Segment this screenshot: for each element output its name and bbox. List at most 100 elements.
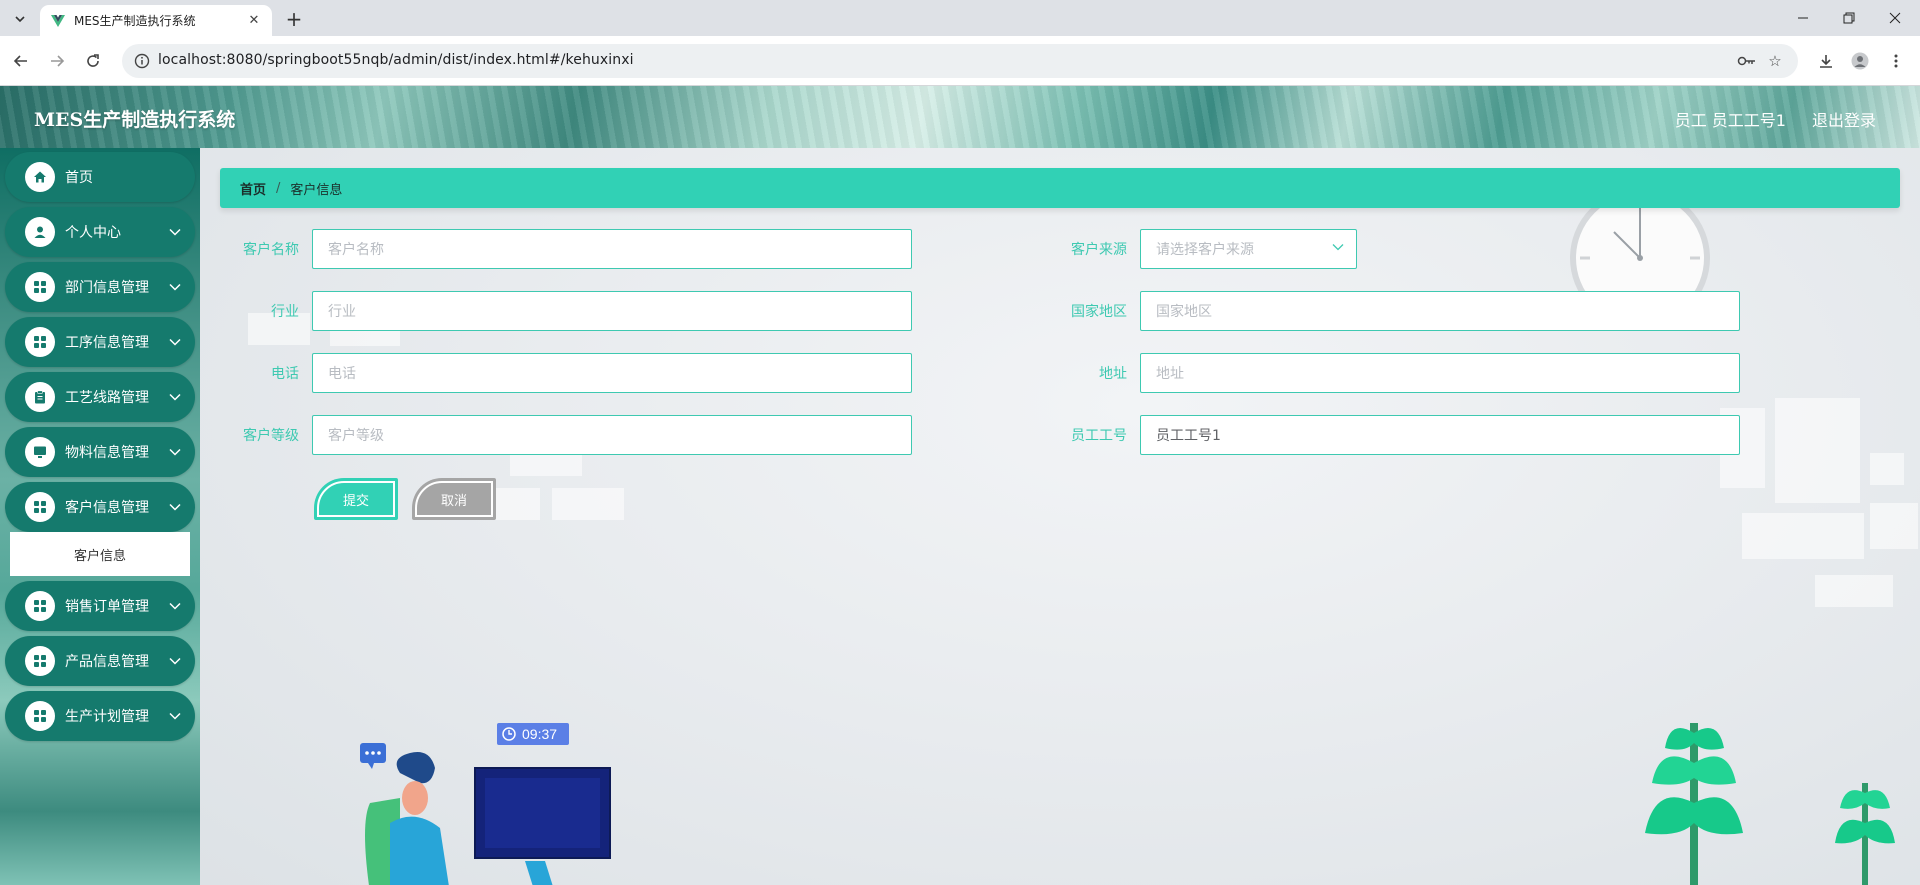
grid-icon xyxy=(25,591,55,621)
app-title: MES生产制造执行系统 xyxy=(34,109,236,131)
sidebar-item-route[interactable]: 工艺线路管理 xyxy=(5,372,195,422)
sidebar-item-process[interactable]: 工序信息管理 xyxy=(5,317,195,367)
restore-icon xyxy=(1843,12,1855,24)
grid-icon xyxy=(25,272,55,302)
forward-button[interactable] xyxy=(44,48,70,74)
arrow-right-icon xyxy=(51,55,65,67)
customer-level-label: 客户等级 xyxy=(243,428,299,444)
sidebar-item-label: 首页 xyxy=(65,170,93,186)
industry-input[interactable]: 行业 xyxy=(312,291,912,331)
restore-button[interactable] xyxy=(1826,0,1872,36)
background-decoration xyxy=(490,488,540,520)
breadcrumb-current: 客户信息 xyxy=(290,182,343,198)
background-decoration xyxy=(1815,575,1893,607)
sidebar-item-department[interactable]: 部门信息管理 xyxy=(5,262,195,312)
logout-link[interactable]: 退出登录 xyxy=(1812,107,1876,131)
minimize-button[interactable] xyxy=(1780,0,1826,36)
arrow-left-icon xyxy=(13,55,27,67)
address-label: 地址 xyxy=(1099,366,1127,382)
sidebar-item-label: 客户信息管理 xyxy=(65,500,149,516)
chevron-down-icon xyxy=(169,338,183,346)
reload-button[interactable] xyxy=(80,48,106,74)
chevron-down-icon xyxy=(1332,244,1344,251)
sidebar-item-label: 物料信息管理 xyxy=(65,445,149,461)
grid-icon xyxy=(25,646,55,676)
sidebar-item-label: 生产计划管理 xyxy=(65,709,149,725)
region-input[interactable]: 国家地区 xyxy=(1140,291,1740,331)
breadcrumb: 首页 / 客户信息 xyxy=(220,168,1900,208)
office-worker-illustration: 09:37 xyxy=(360,723,611,885)
sidebar-item-material[interactable]: 物料信息管理 xyxy=(5,427,195,477)
address-bar[interactable]: localhost:8080/springboot55nqb/admin/dis… xyxy=(122,44,1798,78)
chevron-down-icon xyxy=(169,712,183,720)
employee-id-label: 员工工号 xyxy=(1071,428,1127,444)
grid-icon xyxy=(25,492,55,522)
employee-id-input[interactable]: 员工工号1 xyxy=(1140,415,1740,455)
current-user: 员工 员工工号1 xyxy=(1674,111,1786,130)
sidebar-subitem-customer-info[interactable]: 客户信息 xyxy=(10,532,190,576)
address-input[interactable]: 地址 xyxy=(1140,353,1740,393)
close-icon xyxy=(1889,12,1901,24)
sidebar-item-home[interactable]: 首页 xyxy=(5,152,195,202)
sidebar-item-sales-order[interactable]: 销售订单管理 xyxy=(5,581,195,631)
close-window-button[interactable] xyxy=(1872,0,1918,36)
region-label: 国家地区 xyxy=(1071,304,1127,320)
phone-label: 电话 xyxy=(271,366,299,382)
browser-menu-icon[interactable] xyxy=(1883,48,1909,74)
customer-source-label: 客户来源 xyxy=(1071,242,1127,258)
bookmark-star-icon[interactable]: ☆ xyxy=(1764,51,1786,71)
chevron-down-icon xyxy=(169,283,183,291)
illustration-clock-time: 09:37 xyxy=(522,726,557,742)
sidebar-item-label: 产品信息管理 xyxy=(65,654,149,670)
chevron-down-icon xyxy=(169,602,183,610)
browser-toolbar: localhost:8080/springboot55nqb/admin/dis… xyxy=(0,36,1920,86)
tab-search-button[interactable] xyxy=(6,6,34,32)
customer-source-placeholder: 请选择客户来源 xyxy=(1156,242,1254,258)
info-icon[interactable] xyxy=(134,53,150,69)
home-icon xyxy=(25,162,55,192)
user-icon xyxy=(25,217,55,247)
password-key-icon[interactable] xyxy=(1736,51,1758,71)
customer-name-input[interactable]: 客户名称 xyxy=(312,229,912,269)
sidebar-item-customer[interactable]: 客户信息管理 xyxy=(5,482,195,532)
chevron-down-icon xyxy=(169,657,183,665)
vue-logo-icon xyxy=(51,14,65,27)
plant-illustration xyxy=(1645,723,1895,885)
customer-level-input[interactable]: 客户等级 xyxy=(312,415,912,455)
grid-icon xyxy=(25,327,55,357)
tab-title: MES生产制造执行系统 xyxy=(74,14,196,28)
sidebar-item-label: 工序信息管理 xyxy=(65,335,149,351)
chevron-down-icon xyxy=(169,448,183,456)
downloads-icon[interactable] xyxy=(1813,48,1839,74)
sidebar-item-label: 销售订单管理 xyxy=(65,599,149,615)
sidebar-item-personal-center[interactable]: 个人中心 xyxy=(5,207,195,257)
background-decoration xyxy=(1775,398,1860,503)
phone-input[interactable]: 电话 xyxy=(312,353,912,393)
customer-source-select[interactable]: 请选择客户来源 xyxy=(1140,229,1357,269)
browser-tab-bar: MES生产制造执行系统 ✕ + xyxy=(0,0,1920,36)
background-decoration xyxy=(1870,453,1904,485)
sidebar-item-label: 个人中心 xyxy=(65,225,121,241)
chevron-down-icon xyxy=(15,16,25,23)
sidebar-item-label: 工艺线路管理 xyxy=(65,390,149,406)
reload-icon xyxy=(87,54,99,67)
sidebar-item-production-plan[interactable]: 生产计划管理 xyxy=(5,691,195,741)
sidebar-item-product[interactable]: 产品信息管理 xyxy=(5,636,195,686)
back-button[interactable] xyxy=(8,48,34,74)
background-decoration xyxy=(1870,503,1918,549)
submit-button[interactable]: 提交 xyxy=(314,478,398,520)
chevron-down-icon xyxy=(169,228,183,236)
sidebar: 首页 个人中心 部门信息管理 工序信息管理 工艺线路管理 物料信息管理 客户信息… xyxy=(0,148,200,885)
breadcrumb-home[interactable]: 首页 xyxy=(240,179,266,198)
new-tab-button[interactable]: + xyxy=(281,6,307,32)
breadcrumb-separator: / xyxy=(276,180,281,196)
clipboard-icon xyxy=(25,382,55,412)
profile-avatar-icon[interactable] xyxy=(1847,48,1873,74)
tab-close-icon[interactable]: ✕ xyxy=(246,13,262,28)
sidebar-item-label: 部门信息管理 xyxy=(65,280,149,296)
grid-icon xyxy=(25,701,55,731)
industry-label: 行业 xyxy=(271,304,299,320)
url-text[interactable]: localhost:8080/springboot55nqb/admin/dis… xyxy=(158,52,634,68)
cancel-button[interactable]: 取消 xyxy=(412,478,496,520)
browser-tab[interactable]: MES生产制造执行系统 ✕ xyxy=(40,5,272,36)
